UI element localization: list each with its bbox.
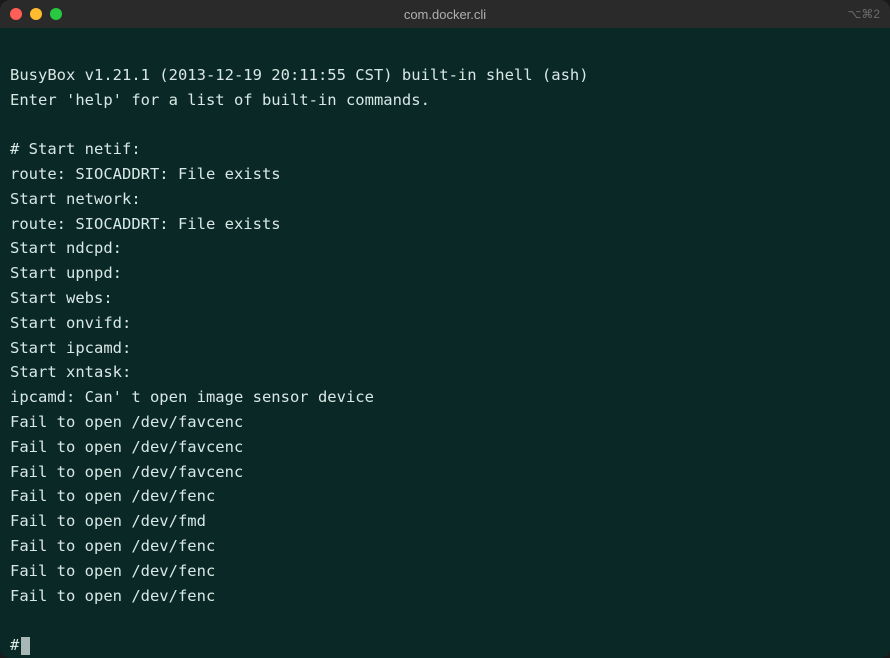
terminal-window: com.docker.cli ⌥⌘2 BusyBox v1.21.1 (2013… xyxy=(0,0,890,658)
minimize-button[interactable] xyxy=(30,8,42,20)
terminal-line: route: SIOCADDRT: File exists xyxy=(10,212,880,237)
terminal-line xyxy=(10,38,880,63)
terminal-line: Fail to open /dev/fenc xyxy=(10,484,880,509)
terminal-line: Fail to open /dev/fenc xyxy=(10,584,880,609)
terminal-line: Fail to open /dev/fenc xyxy=(10,534,880,559)
terminal-line: Start upnpd: xyxy=(10,261,880,286)
shell-prompt: # xyxy=(10,633,19,658)
terminal-line: Fail to open /dev/favcenc xyxy=(10,460,880,485)
terminal-line: Fail to open /dev/favcenc xyxy=(10,435,880,460)
maximize-button[interactable] xyxy=(50,8,62,20)
terminal-line: route: SIOCADDRT: File exists xyxy=(10,162,880,187)
terminal-line: BusyBox v1.21.1 (2013-12-19 20:11:55 CST… xyxy=(10,63,880,88)
terminal-line: Start ndcpd: xyxy=(10,236,880,261)
terminal-line: Fail to open /dev/fenc xyxy=(10,559,880,584)
terminal-line: Fail to open /dev/favcenc xyxy=(10,410,880,435)
terminal-line: Fail to open /dev/fmd xyxy=(10,509,880,534)
traffic-lights xyxy=(10,8,62,20)
terminal-line xyxy=(10,112,880,137)
window-shortcut: ⌥⌘2 xyxy=(847,7,880,21)
title-bar: com.docker.cli ⌥⌘2 xyxy=(0,0,890,28)
prompt-line: # xyxy=(10,633,880,658)
terminal-output: BusyBox v1.21.1 (2013-12-19 20:11:55 CST… xyxy=(10,38,880,608)
terminal-line: # Start netif: xyxy=(10,137,880,162)
window-title: com.docker.cli xyxy=(404,7,486,22)
terminal-body[interactable]: BusyBox v1.21.1 (2013-12-19 20:11:55 CST… xyxy=(0,28,890,658)
terminal-line xyxy=(10,608,880,633)
terminal-line: Start onvifd: xyxy=(10,311,880,336)
cursor xyxy=(21,637,30,655)
close-button[interactable] xyxy=(10,8,22,20)
terminal-line: Start network: xyxy=(10,187,880,212)
terminal-line: Enter 'help' for a list of built-in comm… xyxy=(10,88,880,113)
terminal-line: Start ipcamd: xyxy=(10,336,880,361)
terminal-line: Start webs: xyxy=(10,286,880,311)
terminal-line: Start xntask: xyxy=(10,360,880,385)
terminal-line: ipcamd: Can' t open image sensor device xyxy=(10,385,880,410)
